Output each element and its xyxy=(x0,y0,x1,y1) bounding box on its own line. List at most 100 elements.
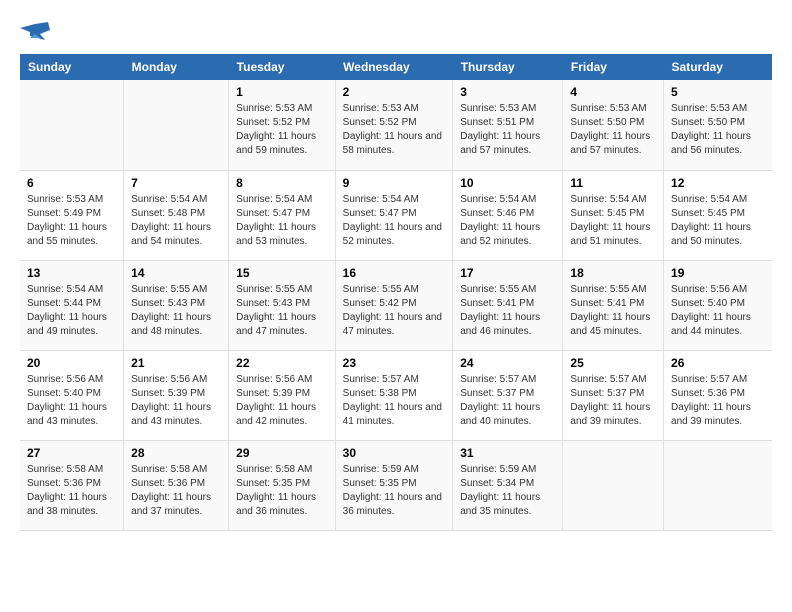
day-cell: 6Sunrise: 5:53 AM Sunset: 5:49 PM Daylig… xyxy=(20,170,124,260)
week-row-2: 13 Sunrise: 5:54 AM Sunset: 5:44 PM Dayli… xyxy=(20,260,772,350)
day-header-sunday: Sunday xyxy=(20,54,124,80)
day-number: 4 xyxy=(570,85,656,99)
day-cell: 18 Sunrise: 5:55 AM Sunset: 5:41 PM Dayli… xyxy=(563,260,664,350)
day-info: Sunrise: 5:53 AM Sunset: 5:52 PM Dayligh… xyxy=(343,102,446,158)
day-cell: 7Sunrise: 5:54 AM Sunset: 5:48 PM Daylig… xyxy=(124,170,229,260)
day-info: Sunrise: 5:54 AM Sunset: 5:45 PM Dayligh… xyxy=(570,193,656,249)
day-info: Sunrise: 5:57 AM Sunset: 5:37 PM Dayligh… xyxy=(460,373,555,429)
day-number: 9 xyxy=(343,176,446,190)
day-cell: 25Sunrise: 5:57 AM Sunset: 5:37 PM Dayli… xyxy=(563,350,664,440)
day-info: Sunrise: 5:58 AM Sunset: 5:36 PM Dayligh… xyxy=(27,463,116,519)
day-cell: 22 Sunrise: 5:56 AM Sunset: 5:39 PM Dayli… xyxy=(229,350,335,440)
day-info: Sunrise: 5:58 AM Sunset: 5:36 PM Dayligh… xyxy=(131,463,221,519)
day-info: Sunrise: 5:53 AM Sunset: 5:52 PM Dayligh… xyxy=(236,102,327,158)
day-info: Sunrise: 5:54 AM Sunset: 5:45 PM Dayligh… xyxy=(671,193,765,249)
day-info: Sunrise: 5:58 AM Sunset: 5:35 PM Dayligh… xyxy=(236,463,327,519)
day-number: 8 xyxy=(236,176,327,190)
day-info: Sunrise: 5:53 AM Sunset: 5:50 PM Dayligh… xyxy=(671,102,765,158)
day-cell: 23 Sunrise: 5:57 AM Sunset: 5:38 PM Dayli… xyxy=(335,350,453,440)
day-info: Sunrise: 5:53 AM Sunset: 5:50 PM Dayligh… xyxy=(570,102,656,158)
day-cell: 24 Sunrise: 5:57 AM Sunset: 5:37 PM Dayli… xyxy=(453,350,563,440)
day-cell: 10 Sunrise: 5:54 AM Sunset: 5:46 PM Dayli… xyxy=(453,170,563,260)
day-info: Sunrise: 5:54 AM Sunset: 5:44 PM Dayligh… xyxy=(27,283,116,339)
day-cell: 2Sunrise: 5:53 AM Sunset: 5:52 PM Daylig… xyxy=(335,80,453,170)
day-cell: 13 Sunrise: 5:54 AM Sunset: 5:44 PM Dayli… xyxy=(20,260,124,350)
day-number: 29 xyxy=(236,446,327,460)
day-info: Sunrise: 5:59 AM Sunset: 5:35 PM Dayligh… xyxy=(343,463,446,519)
day-number: 12 xyxy=(671,176,765,190)
day-number: 17 xyxy=(460,266,555,280)
day-number: 13 xyxy=(27,266,116,280)
day-number: 23 xyxy=(343,356,446,370)
logo xyxy=(20,20,54,44)
day-number: 22 xyxy=(236,356,327,370)
day-cell xyxy=(664,440,772,530)
day-cell: 20 Sunrise: 5:56 AM Sunset: 5:40 PM Dayli… xyxy=(20,350,124,440)
day-info: Sunrise: 5:57 AM Sunset: 5:36 PM Dayligh… xyxy=(671,373,765,429)
day-info: Sunrise: 5:55 AM Sunset: 5:42 PM Dayligh… xyxy=(343,283,446,339)
day-cell: 17 Sunrise: 5:55 AM Sunset: 5:41 PM Dayli… xyxy=(453,260,563,350)
week-row-3: 20 Sunrise: 5:56 AM Sunset: 5:40 PM Dayli… xyxy=(20,350,772,440)
day-cell: 15 Sunrise: 5:55 AM Sunset: 5:43 PM Dayli… xyxy=(229,260,335,350)
day-cell: 5 Sunrise: 5:53 AM Sunset: 5:50 PM Daylig… xyxy=(664,80,772,170)
day-cell: 3 Sunrise: 5:53 AM Sunset: 5:51 PM Daylig… xyxy=(453,80,563,170)
day-header-tuesday: Tuesday xyxy=(229,54,335,80)
day-number: 20 xyxy=(27,356,116,370)
day-cell: 21 Sunrise: 5:56 AM Sunset: 5:39 PM Dayli… xyxy=(124,350,229,440)
day-number: 10 xyxy=(460,176,555,190)
week-row-0: 1 Sunrise: 5:53 AM Sunset: 5:52 PM Daylig… xyxy=(20,80,772,170)
day-info: Sunrise: 5:54 AM Sunset: 5:46 PM Dayligh… xyxy=(460,193,555,249)
day-cell: 9 Sunrise: 5:54 AM Sunset: 5:47 PM Daylig… xyxy=(335,170,453,260)
week-row-4: 27 Sunrise: 5:58 AM Sunset: 5:36 PM Dayli… xyxy=(20,440,772,530)
day-cell: 16Sunrise: 5:55 AM Sunset: 5:42 PM Dayli… xyxy=(335,260,453,350)
day-info: Sunrise: 5:55 AM Sunset: 5:41 PM Dayligh… xyxy=(460,283,555,339)
day-number: 14 xyxy=(131,266,221,280)
day-number: 31 xyxy=(460,446,555,460)
day-cell: 27 Sunrise: 5:58 AM Sunset: 5:36 PM Dayli… xyxy=(20,440,124,530)
day-info: Sunrise: 5:54 AM Sunset: 5:48 PM Dayligh… xyxy=(131,193,221,249)
calendar-header-row: SundayMondayTuesdayWednesdayThursdayFrid… xyxy=(20,54,772,80)
day-header-friday: Friday xyxy=(563,54,664,80)
day-number: 24 xyxy=(460,356,555,370)
day-info: Sunrise: 5:53 AM Sunset: 5:49 PM Dayligh… xyxy=(27,193,116,249)
logo-icon xyxy=(20,20,50,44)
day-number: 21 xyxy=(131,356,221,370)
week-row-1: 6Sunrise: 5:53 AM Sunset: 5:49 PM Daylig… xyxy=(20,170,772,260)
day-info: Sunrise: 5:55 AM Sunset: 5:43 PM Dayligh… xyxy=(131,283,221,339)
day-cell: 12 Sunrise: 5:54 AM Sunset: 5:45 PM Dayli… xyxy=(664,170,772,260)
day-cell: 4 Sunrise: 5:53 AM Sunset: 5:50 PM Daylig… xyxy=(563,80,664,170)
day-info: Sunrise: 5:55 AM Sunset: 5:41 PM Dayligh… xyxy=(570,283,656,339)
day-cell: 31 Sunrise: 5:59 AM Sunset: 5:34 PM Dayli… xyxy=(453,440,563,530)
day-info: Sunrise: 5:56 AM Sunset: 5:39 PM Dayligh… xyxy=(236,373,327,429)
day-cell: 14 Sunrise: 5:55 AM Sunset: 5:43 PM Dayli… xyxy=(124,260,229,350)
day-info: Sunrise: 5:57 AM Sunset: 5:38 PM Dayligh… xyxy=(343,373,446,429)
day-number: 5 xyxy=(671,85,765,99)
day-info: Sunrise: 5:59 AM Sunset: 5:34 PM Dayligh… xyxy=(460,463,555,519)
day-number: 27 xyxy=(27,446,116,460)
day-info: Sunrise: 5:56 AM Sunset: 5:40 PM Dayligh… xyxy=(27,373,116,429)
day-cell: 26 Sunrise: 5:57 AM Sunset: 5:36 PM Dayli… xyxy=(664,350,772,440)
day-cell xyxy=(20,80,124,170)
day-number: 26 xyxy=(671,356,765,370)
day-info: Sunrise: 5:54 AM Sunset: 5:47 PM Dayligh… xyxy=(343,193,446,249)
day-header-wednesday: Wednesday xyxy=(335,54,453,80)
day-number: 3 xyxy=(460,85,555,99)
day-number: 1 xyxy=(236,85,327,99)
day-info: Sunrise: 5:55 AM Sunset: 5:43 PM Dayligh… xyxy=(236,283,327,339)
day-header-thursday: Thursday xyxy=(453,54,563,80)
day-cell: 30Sunrise: 5:59 AM Sunset: 5:35 PM Dayli… xyxy=(335,440,453,530)
day-number: 15 xyxy=(236,266,327,280)
day-cell: 29 Sunrise: 5:58 AM Sunset: 5:35 PM Dayli… xyxy=(229,440,335,530)
day-number: 19 xyxy=(671,266,765,280)
day-cell: 8 Sunrise: 5:54 AM Sunset: 5:47 PM Daylig… xyxy=(229,170,335,260)
day-cell: 19 Sunrise: 5:56 AM Sunset: 5:40 PM Dayli… xyxy=(664,260,772,350)
day-number: 28 xyxy=(131,446,221,460)
day-number: 18 xyxy=(570,266,656,280)
day-info: Sunrise: 5:54 AM Sunset: 5:47 PM Dayligh… xyxy=(236,193,327,249)
day-cell: 1 Sunrise: 5:53 AM Sunset: 5:52 PM Daylig… xyxy=(229,80,335,170)
day-cell xyxy=(563,440,664,530)
day-info: Sunrise: 5:56 AM Sunset: 5:39 PM Dayligh… xyxy=(131,373,221,429)
day-info: Sunrise: 5:53 AM Sunset: 5:51 PM Dayligh… xyxy=(460,102,555,158)
day-info: Sunrise: 5:56 AM Sunset: 5:40 PM Dayligh… xyxy=(671,283,765,339)
day-number: 11 xyxy=(570,176,656,190)
